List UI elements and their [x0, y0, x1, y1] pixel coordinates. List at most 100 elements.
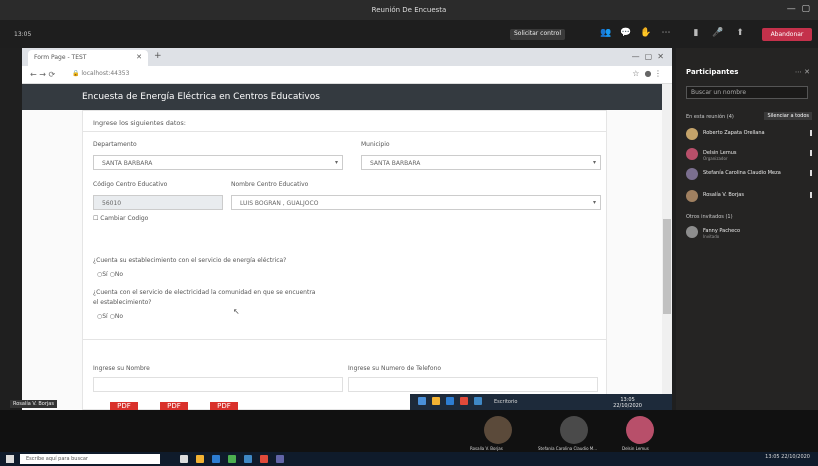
- participant-item[interactable]: Roberto Zapata Orellana: [686, 128, 812, 142]
- browser-tab[interactable]: Form Page - TEST ✕: [28, 50, 148, 66]
- participant-search-input[interactable]: Buscar un nombre: [686, 86, 808, 99]
- browser-window-controls[interactable]: — ▢ ✕: [632, 52, 664, 61]
- participant-item[interactable]: Delsin Lemus Organizador: [686, 148, 812, 162]
- window-title: Reunión De Encuesta: [371, 6, 447, 14]
- q2-options[interactable]: ○Sí ○No: [97, 313, 123, 320]
- divider: [83, 339, 606, 340]
- participant-role: Organizador: [703, 156, 728, 161]
- pdf-label: PDF: [117, 402, 131, 410]
- presenter-name-tag: Rosalía V. Borjas: [10, 400, 57, 408]
- participant-item[interactable]: Stefanía Carolina Claudio Meza: [686, 168, 812, 182]
- telefono-label: Ingrese su Numero de Telefono: [348, 365, 442, 372]
- nombre-centro-select[interactable]: LUIS BOGRAN , GUALJOCO ▾: [231, 195, 601, 210]
- edge-icon[interactable]: [212, 455, 220, 463]
- shared-clock: 13:05 22/10/2020: [613, 397, 642, 409]
- app-icon[interactable]: [474, 397, 482, 405]
- share-icon[interactable]: ⬆: [734, 28, 746, 40]
- teams-title-bar: Reunión De Encuesta — ▢: [0, 0, 818, 20]
- task-view-icon[interactable]: [180, 455, 188, 463]
- q2-no: No: [114, 313, 124, 320]
- divider: [83, 131, 606, 132]
- navbar-title: Encuesta de Energía Eléctrica en Centros…: [82, 92, 320, 102]
- codigo-input[interactable]: 56010: [93, 195, 223, 210]
- app-icon[interactable]: [418, 397, 426, 405]
- windows-taskbar: Escribe aquí para buscar 13:05 22/10/202…: [0, 452, 818, 466]
- profile-icon[interactable]: ☆ ● ⋮: [632, 69, 662, 78]
- tab-title: Form Page - TEST: [34, 54, 87, 61]
- participant-item[interactable]: Rosalía V. Borjas: [686, 190, 812, 204]
- participants-header: Participantes: [686, 68, 739, 76]
- question-2-line1: ¿Cuenta con el servicio de electricidad …: [93, 289, 316, 296]
- video-tile[interactable]: [560, 416, 588, 444]
- nombre-input[interactable]: [93, 377, 343, 392]
- participant-name: Rosalía V. Borjas: [703, 192, 744, 198]
- chrome-icon[interactable]: [260, 455, 268, 463]
- new-tab-icon[interactable]: +: [154, 51, 162, 61]
- more-icon[interactable]: ⋯: [660, 28, 672, 40]
- municipio-label: Municipio: [361, 141, 390, 148]
- close-icon[interactable]: ⋯ ✕: [795, 68, 810, 76]
- camera-icon[interactable]: ▮: [690, 28, 702, 40]
- close-tab-icon[interactable]: ✕: [136, 53, 142, 61]
- desktop-label[interactable]: Escritorio: [494, 399, 517, 405]
- avatar: [686, 128, 698, 140]
- taskbar-search-input[interactable]: Escribe aquí para buscar: [20, 454, 160, 464]
- microphone-icon[interactable]: 🎤: [712, 28, 724, 40]
- web-page: Encuesta de Energía Eléctrica en Centros…: [22, 84, 672, 410]
- navbar: Encuesta de Energía Eléctrica en Centros…: [22, 84, 662, 110]
- leave-button[interactable]: Abandonar: [762, 28, 812, 41]
- municipio-select[interactable]: SANTA BARBARA ▾: [361, 155, 601, 170]
- app-icon[interactable]: [460, 397, 468, 405]
- video-tile-name: Rosalía V. Borjas: [470, 446, 503, 451]
- address-bar: ← → ⟳ 🔒 localhost:44353 ☆ ● ⋮: [22, 66, 672, 84]
- participant-item[interactable]: Fanny Pacheco Invitado: [686, 226, 812, 240]
- video-strip: Rosalía V. Borjas Stefanía Carolina Clau…: [0, 410, 818, 452]
- participant-role: Invitado: [703, 234, 720, 239]
- nombre-label: Ingrese su Nombre: [93, 365, 150, 372]
- q2-si: Sí: [102, 313, 108, 320]
- avatar: [686, 190, 698, 202]
- chat-icon[interactable]: 💬: [620, 28, 632, 40]
- pdf-label: PDF: [167, 402, 181, 410]
- chevron-down-icon: ▾: [334, 159, 338, 166]
- meeting-timer: 13:05: [14, 31, 32, 38]
- teams-icon[interactable]: [276, 455, 284, 463]
- windows-start-icon[interactable]: [6, 455, 14, 463]
- participant-name: Stefanía Carolina Claudio Meza: [703, 170, 781, 176]
- telefono-input[interactable]: [348, 377, 598, 392]
- avatar: [686, 148, 698, 160]
- meeting-toolbar: 13:05 Solicitar control 👥 💬 ✋ ⋯ ▮ 🎤 ⬆ Ab…: [0, 20, 818, 48]
- mic-icon: [810, 170, 812, 176]
- scrollbar-thumb[interactable]: [663, 219, 671, 314]
- app-icon[interactable]: [446, 397, 454, 405]
- scrollbar[interactable]: [662, 84, 672, 410]
- tab-strip: Form Page - TEST ✕ + — ▢ ✕: [22, 48, 672, 66]
- form-card: Ingrese los siguientes datos: Departamen…: [82, 110, 607, 410]
- tray-time: 13:05: [765, 454, 780, 460]
- system-tray[interactable]: 13:05 22/10/2020: [765, 454, 810, 460]
- departamento-select[interactable]: SANTA BARBARA ▾: [93, 155, 343, 170]
- video-tile-name: Stefanía Carolina Claudio M...: [538, 446, 598, 451]
- raise-hand-icon[interactable]: ✋: [640, 28, 652, 40]
- cambiar-codigo-checkbox[interactable]: ☐ Cambiar Codigo: [93, 215, 148, 222]
- request-control-button[interactable]: Solicitar control: [510, 29, 565, 40]
- nav-arrows-icon[interactable]: ← → ⟳: [30, 70, 55, 79]
- nombre-centro-label: Nombre Centro Educativo: [231, 181, 309, 188]
- app-icon[interactable]: [228, 455, 236, 463]
- app-icon[interactable]: [432, 397, 440, 405]
- mute-all-button[interactable]: Silenciar a todos: [764, 112, 812, 120]
- participants-icon[interactable]: 👥: [600, 28, 612, 40]
- mic-icon: [810, 130, 812, 136]
- video-tile[interactable]: [626, 416, 654, 444]
- departamento-label: Departamento: [93, 141, 137, 148]
- url-field[interactable]: 🔒 localhost:44353: [72, 70, 129, 77]
- avatar: [686, 168, 698, 180]
- video-tile[interactable]: [484, 416, 512, 444]
- file-explorer-icon[interactable]: [196, 455, 204, 463]
- q1-options[interactable]: ○Sí ○No: [97, 271, 123, 278]
- participant-name: Roberto Zapata Orellana: [703, 130, 765, 136]
- window-controls[interactable]: — ▢: [787, 4, 810, 14]
- app-icon[interactable]: [244, 455, 252, 463]
- mic-icon: [810, 192, 812, 198]
- participant-search-placeholder: Buscar un nombre: [691, 89, 747, 96]
